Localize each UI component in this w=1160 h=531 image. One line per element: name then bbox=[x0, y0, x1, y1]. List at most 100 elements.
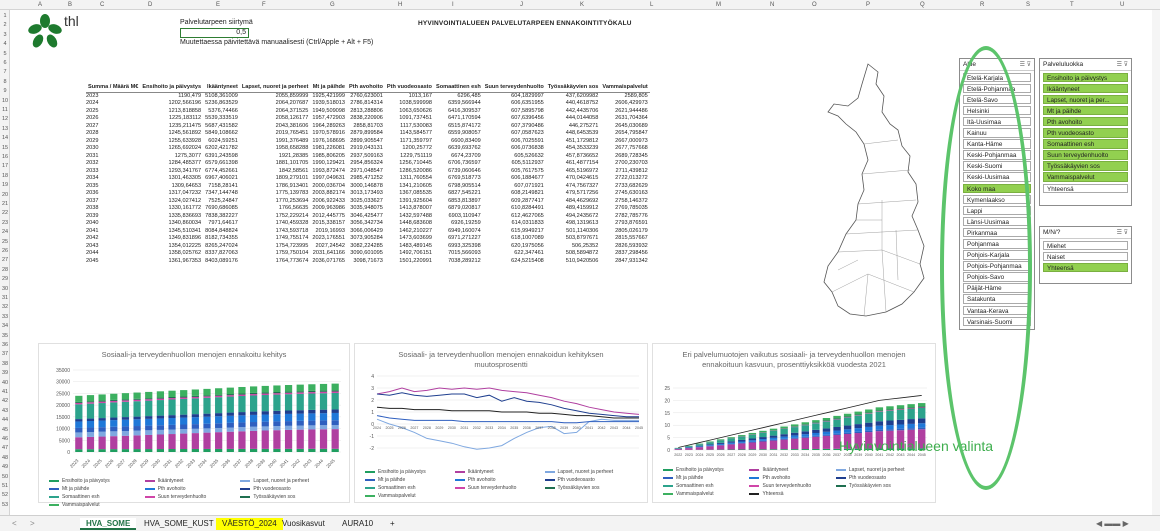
row-number[interactable]: 47 bbox=[0, 444, 10, 453]
pivot-value-cell[interactable]: 1284,485377 bbox=[140, 160, 203, 168]
pivot-year-cell[interactable]: 2024 bbox=[86, 100, 140, 108]
pivot-value-cell[interactable]: 1949,509098 bbox=[310, 108, 347, 116]
pivot-value-cell[interactable]: 7158,28141 bbox=[203, 183, 240, 191]
pivot-value-cell[interactable]: 1842,58561 bbox=[240, 168, 311, 176]
row-number[interactable]: 45 bbox=[0, 426, 10, 435]
pivot-value-cell[interactable]: 1754,723995 bbox=[240, 243, 311, 251]
pivot-value-cell[interactable]: 605,7617575 bbox=[483, 168, 546, 176]
pivot-value-cell[interactable]: 489,4159912 bbox=[546, 205, 601, 213]
pivot-value-cell[interactable]: 606,6351955 bbox=[483, 100, 546, 108]
pivot-value-cell[interactable]: 3025,033627 bbox=[347, 198, 385, 206]
row-number[interactable]: 3 bbox=[0, 31, 10, 40]
pivot-value-cell[interactable]: 1462,210227 bbox=[385, 228, 434, 236]
pivot-value-cell[interactable]: 8403,089176 bbox=[203, 258, 240, 266]
pivot-value-cell[interactable]: 6769,518773 bbox=[434, 175, 483, 183]
pivot-value-cell[interactable]: 1340,860034 bbox=[140, 220, 203, 228]
pivot-value-cell[interactable]: 8084,848824 bbox=[203, 228, 240, 236]
column-letter[interactable]: G bbox=[330, 0, 335, 10]
pivot-value-cell[interactable]: 6971,271227 bbox=[434, 235, 483, 243]
pivot-value-cell[interactable]: 607,5895798 bbox=[483, 108, 546, 116]
pivot-value-cell[interactable]: 607,3790486 bbox=[483, 123, 546, 131]
pivot-value-cell[interactable]: 7971,64617 bbox=[203, 220, 240, 228]
pivot-value-cell[interactable]: 1770,253694 bbox=[240, 198, 311, 206]
pivot-value-cell[interactable]: 3046,425477 bbox=[347, 213, 385, 221]
pivot-value-cell[interactable]: 6296,485 bbox=[434, 92, 483, 100]
pivot-value-cell[interactable]: 2971,048547 bbox=[347, 168, 385, 176]
pivot-value-cell[interactable]: 606,7025591 bbox=[483, 138, 546, 146]
pivot-value-cell[interactable]: 2954,856324 bbox=[347, 160, 385, 168]
row-number[interactable]: 5 bbox=[0, 50, 10, 59]
row-number[interactable]: 44 bbox=[0, 416, 10, 425]
pivot-value-cell[interactable]: 1809,279101 bbox=[240, 175, 311, 183]
pivot-value-cell[interactable]: 2700,230703 bbox=[600, 160, 649, 168]
pivot-year-cell[interactable]: 2038 bbox=[86, 205, 140, 213]
pivot-value-cell[interactable]: 1749,755174 bbox=[240, 235, 311, 243]
add-sheet-button[interactable]: + bbox=[384, 518, 401, 530]
slicer-item[interactable]: Yhteensä bbox=[1043, 262, 1128, 273]
pivot-value-cell[interactable]: 1265,692024 bbox=[140, 145, 203, 153]
pivot-value-cell[interactable]: 6706,736597 bbox=[434, 160, 483, 168]
pivot-value-cell[interactable]: 1775,139783 bbox=[240, 190, 311, 198]
pivot-value-cell[interactable]: 2722,013272 bbox=[600, 175, 649, 183]
pivot-value-cell[interactable]: 6391,243598 bbox=[203, 153, 240, 161]
column-letter[interactable]: O bbox=[812, 0, 817, 10]
row-number[interactable]: 29 bbox=[0, 275, 10, 284]
pivot-value-cell[interactable]: 2745,630163 bbox=[600, 190, 649, 198]
column-letter[interactable]: U bbox=[1120, 0, 1124, 10]
pivot-year-cell[interactable]: 2043 bbox=[86, 243, 140, 251]
column-letter[interactable]: K bbox=[580, 0, 584, 10]
pivot-value-cell[interactable]: 2023,176551 bbox=[310, 235, 347, 243]
row-number[interactable]: 50 bbox=[0, 473, 10, 482]
row-number[interactable]: 31 bbox=[0, 294, 10, 303]
pivot-value-cell[interactable]: 1309,64653 bbox=[140, 183, 203, 191]
slicer-item[interactable]: Somaattinen esh bbox=[1043, 139, 1128, 149]
row-number[interactable]: 46 bbox=[0, 435, 10, 444]
pivot-value-cell[interactable]: 2064,207687 bbox=[240, 100, 311, 108]
pivot-value-cell[interactable]: 1317,047232 bbox=[140, 190, 203, 198]
column-letter[interactable]: J bbox=[520, 0, 523, 10]
pivot-value-cell[interactable]: 2012,445775 bbox=[310, 213, 347, 221]
row-number[interactable]: 39 bbox=[0, 369, 10, 378]
slicer-item[interactable]: Mt ja päihde bbox=[1043, 105, 1128, 116]
pivot-value-cell[interactable]: 6359,566944 bbox=[434, 100, 483, 108]
slicer-filter-icon[interactable]: ☰ ⊽ bbox=[1020, 61, 1031, 68]
pivot-value-cell[interactable]: 8265,247024 bbox=[203, 243, 240, 251]
pivot-value-cell[interactable]: 622,347461 bbox=[483, 250, 546, 258]
pivot-year-cell[interactable]: 2031 bbox=[86, 153, 140, 161]
column-letter[interactable]: M bbox=[716, 0, 721, 10]
slicer-item[interactable]: Työssäkäyvien sos bbox=[1043, 161, 1128, 171]
pivot-value-cell[interactable]: 605,5112937 bbox=[483, 160, 546, 168]
slicer-palveluluokka[interactable]: Palveluluokka ☰ ⊽ Ensihoito ja päivystys I… bbox=[1039, 58, 1132, 206]
pivot-year-cell[interactable]: 2040 bbox=[86, 220, 140, 228]
pivot-value-cell[interactable]: 2689,728345 bbox=[600, 153, 649, 161]
pivot-value-cell[interactable]: 1483,489145 bbox=[385, 243, 434, 251]
tab-aura10[interactable]: AURA10 bbox=[336, 518, 379, 530]
pivot-value-cell[interactable]: 6903,110947 bbox=[434, 213, 483, 221]
vertical-scrollbar[interactable] bbox=[1152, 10, 1160, 515]
row-number[interactable]: 23 bbox=[0, 219, 10, 228]
pivot-value-cell[interactable]: 1993,872474 bbox=[310, 168, 347, 176]
row-number[interactable]: 9 bbox=[0, 87, 10, 96]
row-number[interactable]: 52 bbox=[0, 491, 10, 500]
column-letter[interactable]: B bbox=[68, 0, 72, 10]
pivot-value-cell[interactable]: 5687,431582 bbox=[203, 123, 240, 131]
pivot-value-cell[interactable]: 2043,381606 bbox=[240, 123, 311, 131]
pivot-value-cell[interactable]: 2760,623001 bbox=[347, 92, 385, 100]
pivot-value-cell[interactable]: 6993,325398 bbox=[434, 243, 483, 251]
pivot-value-cell[interactable]: 2031,641166 bbox=[310, 250, 347, 258]
pivot-value-cell[interactable]: 506,25352 bbox=[546, 243, 601, 251]
row-number[interactable]: 27 bbox=[0, 256, 10, 265]
pivot-value-cell[interactable]: 3013,173493 bbox=[347, 190, 385, 198]
pivot-year-cell[interactable]: 2032 bbox=[86, 160, 140, 168]
chart-change-percent[interactable]: Sosiaali- ja terveydenhuollon menojen en… bbox=[354, 343, 648, 503]
row-number[interactable]: 22 bbox=[0, 209, 10, 218]
row-number[interactable]: 53 bbox=[0, 501, 10, 510]
pivot-value-cell[interactable]: 1301,463305 bbox=[140, 175, 203, 183]
pivot-value-cell[interactable]: 607,0587623 bbox=[483, 130, 546, 138]
column-letter[interactable]: N bbox=[770, 0, 774, 10]
row-number[interactable]: 33 bbox=[0, 313, 10, 322]
column-letter[interactable]: I bbox=[452, 0, 454, 10]
column-letter[interactable]: T bbox=[1070, 0, 1074, 10]
pivot-value-cell[interactable]: 437,6209982 bbox=[546, 92, 601, 100]
slicer-item[interactable]: Naiset bbox=[1043, 251, 1128, 262]
